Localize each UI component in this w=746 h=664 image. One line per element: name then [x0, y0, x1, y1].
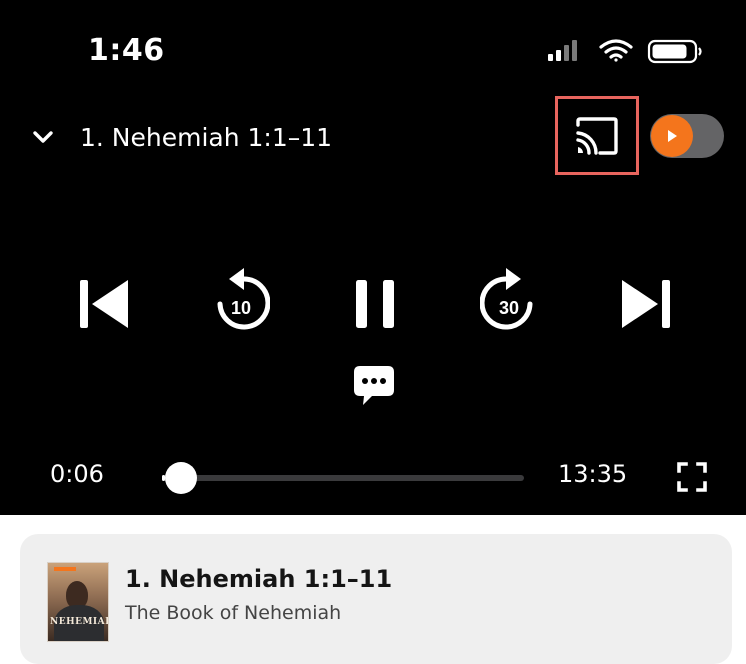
- progress-track[interactable]: [162, 475, 524, 481]
- skip-previous-icon[interactable]: [78, 280, 130, 328]
- toggle-knob: [651, 115, 693, 157]
- audio-player: 1:46 1. Nehemiah 1:1–11 10 30 0:06 13:35: [0, 0, 746, 515]
- chat-bubble-icon[interactable]: [354, 366, 394, 406]
- wifi-icon: [599, 39, 633, 62]
- rewind-10-button[interactable]: 10: [212, 266, 271, 334]
- cast-button[interactable]: [555, 96, 639, 175]
- status-icons: [548, 38, 704, 68]
- episode-series: The Book of Nehemiah: [125, 602, 342, 624]
- pause-icon[interactable]: [355, 280, 395, 328]
- artwork-title: NEHEMIAH: [50, 617, 109, 627]
- episode-card[interactable]: NEHEMIAH 1. Nehemiah 1:1–11 The Book of …: [20, 534, 732, 664]
- fast-forward-icon: 30: [479, 268, 533, 330]
- status-time: 1:46: [88, 33, 165, 68]
- now-playing-header: 1. Nehemiah 1:1–11: [30, 117, 332, 157]
- fullscreen-icon[interactable]: [677, 462, 707, 492]
- play-icon: [668, 130, 677, 142]
- duration-time: 13:35: [558, 460, 628, 488]
- cellular-signal-icon: [548, 40, 577, 61]
- autoplay-toggle[interactable]: [650, 114, 724, 158]
- forward-seconds-label: 30: [499, 298, 519, 318]
- cast-icon: [576, 116, 618, 155]
- elapsed-time: 0:06: [50, 460, 104, 488]
- episode-artwork: NEHEMIAH: [47, 562, 109, 642]
- skip-next-icon[interactable]: [620, 280, 672, 328]
- artwork-brand-band: [54, 567, 76, 571]
- battery-icon: [647, 39, 702, 64]
- progress-scrubber[interactable]: [164, 462, 197, 494]
- rewind-icon: 10: [217, 268, 271, 330]
- episode-title: 1. Nehemiah 1:1–11: [125, 565, 393, 593]
- now-playing-title: 1. Nehemiah 1:1–11: [80, 122, 333, 152]
- forward-30-button[interactable]: 30: [479, 266, 538, 334]
- rewind-seconds-label: 10: [231, 298, 251, 318]
- chevron-down-icon[interactable]: [30, 124, 56, 150]
